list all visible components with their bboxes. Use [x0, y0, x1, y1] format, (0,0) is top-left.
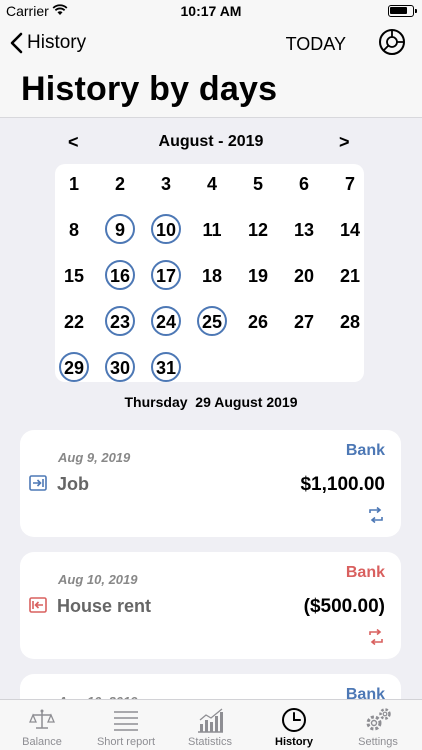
calendar-day[interactable]: 13 — [289, 214, 319, 244]
back-button-label: History — [27, 32, 87, 53]
transaction-category: Job — [57, 474, 90, 494]
calendar-day[interactable]: 2 — [105, 168, 135, 198]
calendar-day[interactable]: 25 — [197, 306, 227, 336]
tab-short-report[interactable]: Short report — [84, 700, 168, 750]
calendar-day[interactable]: 24 — [151, 306, 181, 336]
calendar-day[interactable]: 17 — [151, 260, 181, 290]
calendar-day[interactable]: 30 — [105, 352, 135, 382]
calendar-day[interactable]: 20 — [289, 260, 319, 290]
calendar-day[interactable]: 6 — [289, 168, 319, 198]
calendar-day[interactable]: 28 — [335, 306, 365, 336]
battery-icon — [388, 5, 417, 17]
calendar-day[interactable]: 9 — [105, 214, 135, 244]
calendar-day[interactable]: 15 — [59, 260, 89, 290]
calendar-day[interactable]: 10 — [151, 214, 181, 244]
calendar-day[interactable]: 8 — [59, 214, 89, 244]
calendar-day[interactable]: 29 — [59, 352, 89, 382]
calendar-grid: 1 2 3 4 5 6 7 8 9 10 11 12 13 14 15 16 17 18 19 20 21 22 23 24 2… — [55, 164, 364, 382]
transaction-account: Bank — [345, 442, 385, 459]
transaction-card[interactable]: Aug 9, 2019 Bank Job $1,100.00 — [20, 430, 401, 537]
transaction-account: Bank — [345, 564, 385, 581]
calendar-day[interactable]: 16 — [105, 260, 135, 290]
next-month-button[interactable]: > — [339, 132, 350, 153]
calendar-day[interactable]: 12 — [243, 214, 273, 244]
bar-chart-icon — [195, 706, 225, 734]
gears-icon — [363, 706, 393, 734]
scale-icon — [27, 706, 57, 734]
navigation-bar: History TODAY History by days — [0, 22, 422, 118]
income-icon — [28, 473, 48, 493]
calendar-day[interactable]: 23 — [105, 306, 135, 336]
today-button[interactable]: TODAY — [286, 34, 346, 55]
clock-icon — [279, 706, 309, 734]
calendar-day[interactable]: 14 — [335, 214, 365, 244]
pie-chart-icon[interactable] — [378, 28, 406, 56]
expense-icon — [28, 595, 48, 615]
calendar-day[interactable]: 5 — [243, 168, 273, 198]
tab-bar: Balance Short report Statistics History … — [0, 699, 422, 750]
chevron-left-icon — [10, 32, 23, 54]
calendar-day[interactable]: 26 — [243, 306, 273, 336]
transaction-category: House rent — [57, 596, 152, 616]
tab-label: History — [275, 736, 313, 748]
tab-history[interactable]: History — [252, 700, 336, 750]
status-bar: Carrier 10:17 AM — [0, 0, 422, 22]
transaction-date: Aug 10, 2019 — [58, 572, 138, 587]
transaction-amount: ($500.00) — [303, 596, 385, 617]
calendar-day[interactable]: 21 — [335, 260, 365, 290]
list-icon — [111, 706, 141, 734]
page-title: History by days — [21, 70, 278, 108]
calendar-day[interactable]: 27 — [289, 306, 319, 336]
calendar-day[interactable]: 1 — [59, 168, 89, 198]
tab-label: Short report — [96, 736, 156, 748]
calendar-day[interactable]: 11 — [197, 214, 227, 244]
calendar-day[interactable]: 4 — [197, 168, 227, 198]
back-button[interactable]: History — [10, 32, 86, 54]
repeat-icon[interactable] — [367, 628, 385, 646]
calendar-day[interactable]: 18 — [197, 260, 227, 290]
calendar-day[interactable]: 31 — [151, 352, 181, 382]
calendar-day[interactable]: 22 — [59, 306, 89, 336]
repeat-icon[interactable] — [367, 506, 385, 524]
transaction-card[interactable]: Aug 10, 2019 Bank House rent ($500.00) — [20, 552, 401, 659]
tab-settings[interactable]: Settings — [336, 700, 420, 750]
transaction-amount: $1,100.00 — [300, 474, 385, 495]
calendar-header: < August - 2019 > — [0, 132, 422, 154]
calendar-day[interactable]: 19 — [243, 260, 273, 290]
clock-time: 10:17 AM — [180, 3, 242, 19]
month-label: August - 2019 — [158, 133, 264, 150]
transaction-date: Aug 9, 2019 — [58, 450, 131, 465]
selected-date-label: Thursday 29 August 2019 — [124, 394, 298, 410]
calendar-day[interactable]: 7 — [335, 168, 365, 198]
tab-statistics[interactable]: Statistics — [168, 700, 252, 750]
tab-label: Settings — [358, 736, 398, 748]
tab-label: Statistics — [187, 736, 232, 748]
calendar-day[interactable]: 3 — [151, 168, 181, 198]
tab-label: Balance — [22, 736, 62, 748]
tab-balance[interactable]: Balance — [0, 700, 84, 750]
